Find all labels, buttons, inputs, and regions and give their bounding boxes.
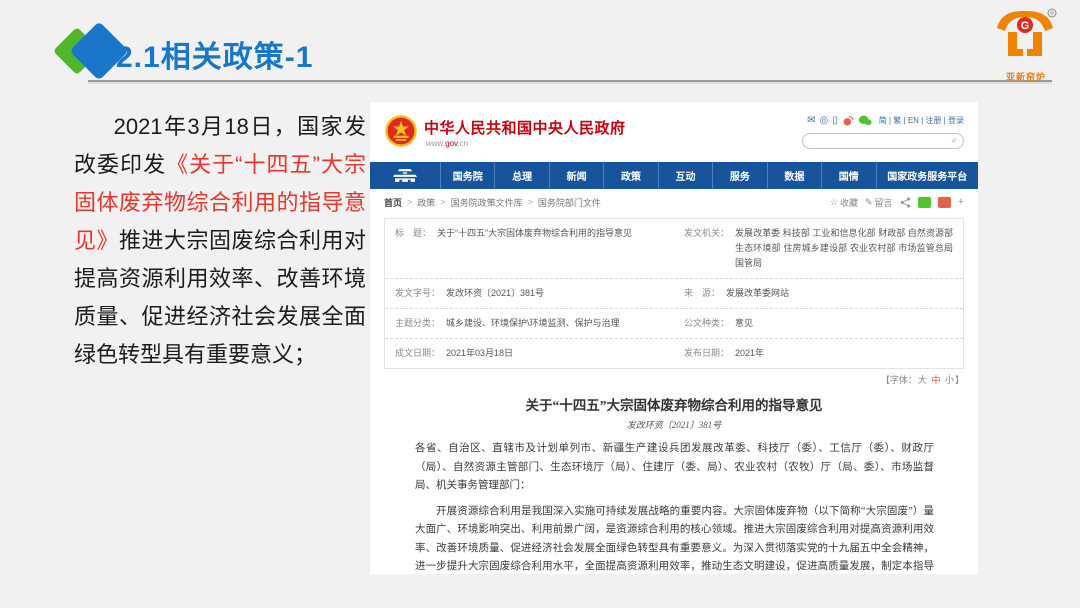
font-size-large-button[interactable]: 大 <box>918 375 927 385</box>
nav-item-policy[interactable]: 政策 <box>603 162 657 189</box>
cell-value: 关于“十四五”大宗固体废弃物综合利用的指导意见 <box>437 226 664 271</box>
breadcrumb-policy-library[interactable]: 国务院政策文件库 <box>451 196 523 209</box>
wechat-share-icon[interactable] <box>918 197 931 208</box>
table-cell-issuing-agency: 发文机关： 发展改革委 科技部 工业和信息化部 财政部 自然资源部 生态环境部 … <box>674 219 963 278</box>
weibo-icon[interactable] <box>842 115 854 126</box>
breadcrumb-separator: > <box>528 197 533 207</box>
url-pre: www. <box>426 139 445 148</box>
breadcrumb-home[interactable]: 首页 <box>384 196 402 209</box>
table-cell-publish-date: 发布日期： 2021年 <box>674 339 963 368</box>
cell-value: 2021年 <box>735 346 953 361</box>
banner-icon-row: ✉ ◎ ▯ 简 | 繁 | EN | 注册 | 登录 <box>807 115 964 126</box>
cell-value: 发展改革委网站 <box>726 286 953 301</box>
title-diamond-icon <box>40 22 120 80</box>
wechat-icon[interactable] <box>858 115 872 126</box>
kiln-icon: G ® <box>994 8 1058 64</box>
font-size-medium-button[interactable]: 中 <box>931 375 940 385</box>
weibo-share-icon[interactable] <box>938 197 951 208</box>
favorite-button[interactable]: ☆收藏 <box>830 196 858 209</box>
cell-value: 发改环资〔2021〕381号 <box>446 286 664 301</box>
cell-label: 标 题： <box>395 226 431 271</box>
gov-site-name: 中华人民共和国中央人民政府 <box>424 117 626 138</box>
nav-item-premier[interactable]: 总理 <box>494 162 548 189</box>
mail-icon[interactable]: ✉ <box>807 116 815 126</box>
nav-item-national-conditions[interactable]: 国情 <box>821 162 875 189</box>
nav-item-news[interactable]: 新闻 <box>549 162 603 189</box>
font-selector-prefix: 【字体： <box>881 375 917 385</box>
font-size-small-button[interactable]: 小 <box>945 375 954 385</box>
document-body: 各省、自治区、直辖市及计划单列市、新疆生产建设兵团发展改革委、科技厅（委）、工信… <box>415 440 934 574</box>
more-share-button[interactable]: + <box>958 196 964 208</box>
cell-label: 发文字号： <box>395 286 440 301</box>
star-icon: ☆ <box>830 197 838 208</box>
table-cell-doc-number: 发文字号： 发改环资〔2021〕381号 <box>385 279 674 308</box>
document-info-table: 标 题： 关于“十四五”大宗固体废弃物综合利用的指导意见 发文机关： 发展改革委… <box>384 218 964 369</box>
gov-website-screenshot: 中华人民共和国中央人民政府 www.gov.cn ✉ ◎ ▯ 简 | 繁 | E… <box>370 102 978 574</box>
nav-item-gov-service-platform[interactable]: 国家政务服务平台 <box>876 162 979 189</box>
cell-label: 主题分类： <box>395 316 440 331</box>
cell-label: 发文机关： <box>684 226 729 271</box>
feedback-label: 留言 <box>875 196 893 209</box>
cell-label: 公文种类： <box>684 316 729 331</box>
nav-item-state-council[interactable]: 国务院 <box>440 162 494 189</box>
doc-toolbar: ☆收藏 ✎留言 + <box>830 196 964 209</box>
logo-text: 亚新窑炉 <box>990 70 1062 83</box>
table-row: 发文字号： 发改环资〔2021〕381号 来 源： 发展改革委网站 <box>385 279 963 309</box>
table-row: 主题分类： 城乡建设、环境保护\环境监测、保护与治理 公文种类： 意见 <box>385 309 963 339</box>
nav-item-data[interactable]: 数据 <box>767 162 821 189</box>
pencil-icon: ✎ <box>865 197 873 208</box>
cell-label: 发布日期： <box>684 346 729 361</box>
title-underline <box>88 80 1052 82</box>
presentation-slide: 2.1相关政策-1 G ® 亚新窑炉 2021年3月18日，国家发改委印发《关于… <box>0 0 1080 608</box>
intro-paragraph: 2021年3月18日，国家发改委印发《关于“十四五”大宗固体废弃物综合利用的指导… <box>74 108 366 374</box>
gov-site-url: www.gov.cn <box>426 139 468 148</box>
document-number: 发改环资〔2021〕381号 <box>370 418 978 431</box>
cell-value: 2021年03月18日 <box>446 346 664 361</box>
nav-item-services[interactable]: 服务 <box>712 162 766 189</box>
url-gov: gov <box>445 139 457 148</box>
table-cell-title: 标 题： 关于“十四五”大宗固体废弃物综合利用的指导意见 <box>385 219 674 278</box>
search-icon[interactable]: ⌕ <box>951 136 957 146</box>
table-cell-source: 来 源： 发展改革委网站 <box>674 279 963 308</box>
page-title: 2.1相关政策-1 <box>116 32 313 76</box>
gov-banner: 中华人民共和国中央人民政府 www.gov.cn ✉ ◎ ▯ 简 | 繁 | E… <box>370 102 978 162</box>
share-icon[interactable] <box>900 197 911 208</box>
table-row: 标 题： 关于“十四五”大宗固体废弃物综合利用的指导意见 发文机关： 发展改革委… <box>385 219 963 279</box>
gov-nav-bar: 国务院 总理 新闻 政策 互动 服务 数据 国情 国家政务服务平台 <box>370 162 978 189</box>
cell-label: 成文日期： <box>395 346 440 361</box>
document-title: 关于“十四五”大宗固体废弃物综合利用的指导意见 <box>390 394 958 414</box>
font-size-selector: 【字体：大 中 小】 <box>881 373 964 386</box>
cell-value: 城乡建设、环境保护\环境监测、保护与治理 <box>446 316 664 331</box>
feedback-button[interactable]: ✎留言 <box>865 196 893 209</box>
search-box[interactable]: ⌕ <box>802 133 964 149</box>
breadcrumb-separator: > <box>407 197 412 207</box>
breadcrumb-department-docs[interactable]: 国务院部门文件 <box>538 196 601 209</box>
cell-value: 发展改革委 科技部 工业和信息化部 财政部 自然资源部 生态环境部 住房城乡建设… <box>735 226 953 271</box>
breadcrumb-row: 首页 > 政策 > 国务院政策文件库 > 国务院部门文件 ☆收藏 ✎留言 + <box>384 194 964 210</box>
url-post: .cn <box>457 139 468 148</box>
registered-mark: ® <box>1050 11 1055 18</box>
nav-item-interact[interactable]: 互动 <box>658 162 712 189</box>
document-paragraph-intro: 开展资源综合利用是我国深入实施可持续发展战略的重要内容。大宗固体废弃物（以下简称… <box>415 503 934 575</box>
lang-links[interactable]: 简 | 繁 | EN | 注册 | 登录 <box>879 115 964 126</box>
font-selector-suffix: 】 <box>955 375 964 385</box>
breadcrumb: 首页 > 政策 > 国务院政策文件库 > 国务院部门文件 <box>384 196 601 209</box>
svg-text:G: G <box>1021 20 1030 32</box>
cell-value: 意见 <box>735 316 953 331</box>
breadcrumb-separator: > <box>440 197 445 207</box>
nav-home-tiananmen-icon[interactable] <box>370 162 440 189</box>
mobile-icon[interactable]: ▯ <box>832 116 838 126</box>
search-input[interactable] <box>809 135 951 147</box>
table-cell-written-date: 成文日期： 2021年03月18日 <box>385 339 674 368</box>
document-paragraph-recipients: 各省、自治区、直辖市及计划单列市、新疆生产建设兵团发展改革委、科技厅（委）、工信… <box>415 440 934 496</box>
table-cell-topic-category: 主题分类： 城乡建设、环境保护\环境监测、保护与治理 <box>385 309 674 338</box>
table-row: 成文日期： 2021年03月18日 发布日期： 2021年 <box>385 339 963 368</box>
national-emblem-icon <box>385 115 417 147</box>
breadcrumb-policy[interactable]: 政策 <box>417 196 435 209</box>
yaxin-logo: G ® 亚新窑炉 <box>990 8 1062 78</box>
table-cell-doc-type: 公文种类： 意见 <box>674 309 963 338</box>
favorite-label: 收藏 <box>840 196 858 209</box>
cell-label: 来 源： <box>684 286 720 301</box>
accessibility-icon[interactable]: ◎ <box>820 116 829 126</box>
